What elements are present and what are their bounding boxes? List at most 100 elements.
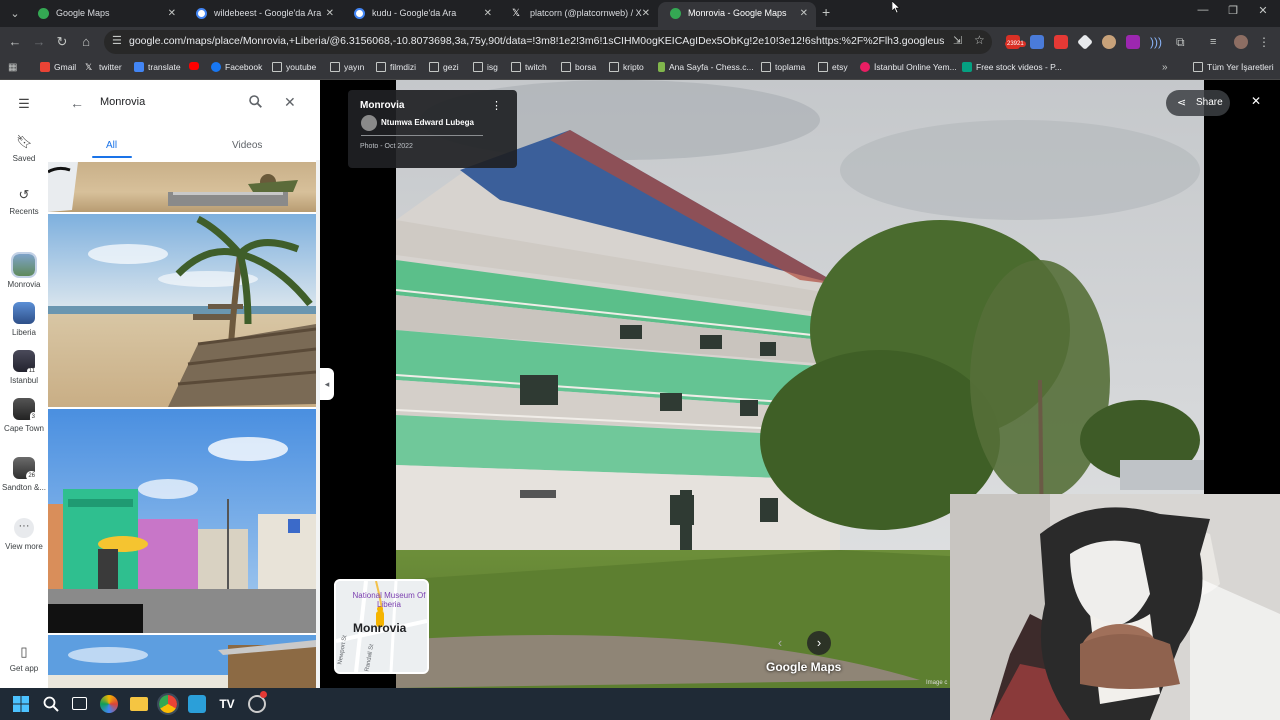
next-photo-chevron-icon[interactable]: › <box>807 631 831 655</box>
close-icon[interactable]: ✕ <box>642 2 650 25</box>
back-arrow-icon[interactable]: ← <box>6 33 24 51</box>
more-bookmarks-chevron-icon[interactable]: » <box>1162 62 1168 73</box>
bookmark-folder-toplama[interactable]: toplama <box>761 62 805 72</box>
tab-all[interactable]: All <box>106 140 117 151</box>
rail-view-more[interactable]: ··· View more <box>0 518 48 552</box>
forward-arrow-icon[interactable]: → <box>30 33 48 51</box>
rail-get-app[interactable]: ▯ Get app <box>0 644 48 673</box>
close-icon[interactable]: ✕ <box>168 2 176 25</box>
search-icon[interactable] <box>249 95 262 111</box>
bookmark-folder-twitch[interactable]: twitch <box>511 62 547 72</box>
contributor-avatar[interactable] <box>361 115 377 131</box>
tab-wildebeest[interactable]: wildebeest - Google'da Ara ✕ <box>184 2 342 27</box>
bookmark-folder-etsy[interactable]: etsy <box>818 62 848 72</box>
bookmark-pexels[interactable]: Free stock videos - P... <box>962 62 1062 72</box>
minimize-icon[interactable]: — <box>1188 4 1218 16</box>
rail-place-cape-town[interactable]: 3 Cape Town <box>0 398 48 434</box>
rail-recents[interactable]: ↺ Recents <box>0 187 48 216</box>
tab-videos[interactable]: Videos <box>232 140 262 151</box>
extension-cookie-icon[interactable] <box>1102 35 1116 49</box>
tradingview-icon[interactable]: TV <box>218 695 236 713</box>
bookmark-folder-gezi[interactable]: gezi <box>429 62 459 72</box>
bookmark-translate[interactable]: translate <box>134 62 181 72</box>
bookmark-folder-youtube[interactable]: youtube <box>272 62 316 72</box>
bookmark-twitter[interactable]: 𝕏twitter <box>85 62 122 72</box>
rail-place-sandton[interactable]: 26 Sandton &... <box>0 457 48 493</box>
extension-adblock-icon[interactable] <box>1054 35 1068 49</box>
share-button[interactable]: ⋖ Share <box>1166 90 1230 116</box>
home-icon[interactable]: ⌂ <box>77 33 95 51</box>
photo-thumbnail[interactable] <box>48 635 316 688</box>
bookmark-gmail[interactable]: Gmail <box>40 62 76 72</box>
mini-map[interactable]: National Museum Of Liberia Monrovia Newp… <box>334 579 429 674</box>
tab-title: wildebeest - Google'da Ara <box>214 8 322 18</box>
bookmark-istanbul-yemek[interactable]: İstanbul Online Yem... <box>860 62 957 72</box>
obs-icon[interactable] <box>248 691 267 713</box>
tab-google-maps[interactable]: Google Maps ✕ <box>26 2 184 27</box>
mouse-cursor-icon <box>891 0 901 14</box>
contributor-name[interactable]: Ntumwa Edward Lubega <box>381 118 474 127</box>
rail-saved[interactable]: 🔖︎ Saved <box>0 134 48 163</box>
photo-thumbnail[interactable] <box>48 409 316 633</box>
windows-start-icon[interactable] <box>12 695 30 713</box>
bookmark-chess[interactable]: Ana Sayfa - Chess.c... <box>658 62 754 72</box>
search-input[interactable] <box>100 96 250 108</box>
reading-list-icon[interactable]: ≡ <box>1210 35 1224 49</box>
address-bar[interactable]: ☰ google.com/maps/place/Monrovia,+Liberi… <box>104 30 992 54</box>
profile-avatar[interactable] <box>1234 35 1248 49</box>
close-icon[interactable]: ✕ <box>326 2 334 25</box>
close-icon[interactable]: ✕ <box>800 2 808 25</box>
extension-translate-icon[interactable] <box>1030 35 1044 49</box>
install-app-icon[interactable]: ⇲ <box>953 34 962 47</box>
kebab-menu-icon[interactable]: ⋮ <box>1258 35 1272 49</box>
previous-photo-chevron-icon[interactable]: ‹ <box>768 631 792 655</box>
chrome-icon[interactable] <box>157 693 179 715</box>
collapse-panel-button[interactable]: ◂ <box>320 368 334 400</box>
tab-monrovia-maps[interactable]: Monrovia - Google Maps ✕ <box>658 2 816 27</box>
rail-place-istanbul[interactable]: 11 Istanbul <box>0 350 48 385</box>
reload-icon[interactable]: ↻ <box>53 33 71 51</box>
active-tab-indicator <box>92 156 132 158</box>
bookmark-facebook[interactable]: Facebook <box>211 62 262 72</box>
store-icon[interactable] <box>188 695 206 713</box>
file-explorer-icon[interactable] <box>130 697 148 711</box>
more-options-icon[interactable]: ⋮ <box>491 99 502 112</box>
bookmark-folder-borsa[interactable]: borsa <box>561 62 596 72</box>
photo-place-title[interactable]: Monrovia <box>360 100 404 111</box>
clear-search-close-icon[interactable]: ✕ <box>284 94 296 111</box>
photo-thumbnail[interactable] <box>48 162 316 212</box>
restore-icon[interactable]: ❐ <box>1218 4 1248 17</box>
close-icon[interactable]: ✕ <box>484 2 492 25</box>
extensions-puzzle-icon[interactable]: ⧉ <box>1176 35 1190 49</box>
folder-icon <box>561 62 571 72</box>
bookmark-youtube-video[interactable] <box>189 62 203 70</box>
extension-purple-icon[interactable] <box>1126 35 1140 49</box>
window-close-icon[interactable]: ✕ <box>1248 4 1278 17</box>
copilot-icon[interactable] <box>100 695 118 713</box>
tab-platcorn[interactable]: 𝕏 platcorn (@platcornweb) / X ✕ <box>500 2 658 27</box>
extension-diamond-icon[interactable] <box>1077 34 1093 50</box>
rail-place-monrovia[interactable]: Monrovia <box>0 252 48 289</box>
bookmark-star-icon[interactable]: ☆ <box>974 33 985 47</box>
extension-wave-icon[interactable]: ))) <box>1150 35 1164 49</box>
bookmark-folder-isg[interactable]: isg <box>473 62 498 72</box>
folder-icon <box>376 62 386 72</box>
tab-search-chevron-icon[interactable]: ⌄ <box>6 5 24 23</box>
apps-grid-icon[interactable]: ▦ <box>8 62 17 73</box>
back-arrow-icon[interactable]: ← <box>70 95 84 111</box>
rail-place-liberia[interactable]: Liberia <box>0 302 48 337</box>
rail-menu-button[interactable]: ☰ <box>0 96 48 116</box>
google-icon <box>354 8 365 19</box>
all-bookmarks[interactable]: Tüm Yer İşaretleri <box>1193 62 1274 72</box>
bookmark-folder-kripto[interactable]: kripto <box>609 62 644 72</box>
close-viewer-icon[interactable]: ✕ <box>1251 94 1261 108</box>
tab-kudu[interactable]: kudu - Google'da Ara ✕ <box>342 2 500 27</box>
url-text[interactable]: google.com/maps/place/Monrovia,+Liberia/… <box>129 35 944 47</box>
site-info-icon[interactable]: ☰ <box>112 34 122 47</box>
bookmark-folder-yayin[interactable]: yayın <box>330 62 364 72</box>
photo-thumbnail[interactable] <box>48 214 316 407</box>
search-icon[interactable] <box>42 695 60 713</box>
new-tab-plus-icon[interactable]: + <box>822 4 830 20</box>
bookmark-folder-filmdizi[interactable]: filmdizi <box>376 62 416 72</box>
task-view-icon[interactable] <box>72 697 87 710</box>
